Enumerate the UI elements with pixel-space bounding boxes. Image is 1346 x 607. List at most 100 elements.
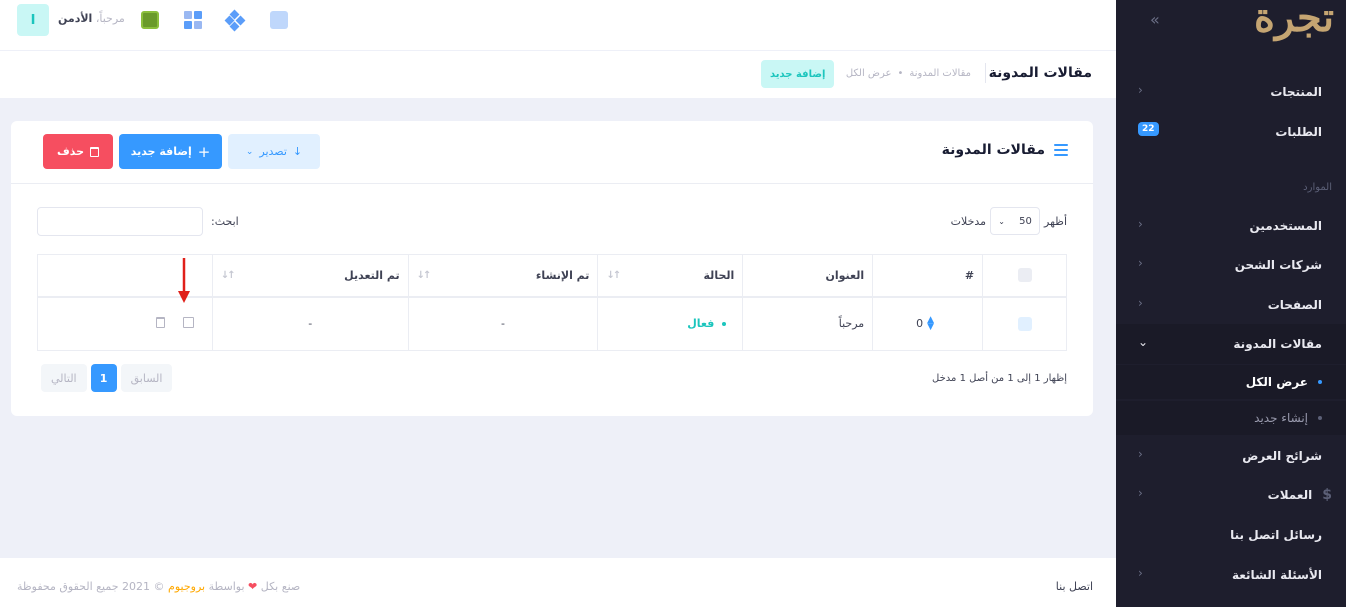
length-value: 50 <box>1019 215 1032 227</box>
sidebar-item-products[interactable]: المنتجات ‹ <box>1116 72 1346 112</box>
footer-credits: صنع بكل ❤ بواسطة بروجيوم © 2021 جميع الح… <box>17 580 300 593</box>
edit-icon[interactable] <box>182 316 194 328</box>
id-cell: ▲ ▼ 0 <box>872 296 983 351</box>
sidebar-subitem-create-new[interactable]: إنشاء جديد <box>1116 401 1346 435</box>
breadcrumb: مقالات المدونة•عرض الكل <box>845 68 971 79</box>
length-suffix: مدخلات <box>950 214 987 228</box>
annotation-arrow-icon <box>178 258 190 303</box>
title-cell: مرحباً <box>742 296 873 351</box>
sidebar-item-contact-messages[interactable]: رسائل اتصل بنا <box>1116 515 1346 555</box>
column-header-created[interactable]: تم الإنشاء ↑↓ <box>407 254 598 298</box>
sidebar-header: تجرة » <box>1116 0 1346 41</box>
list-icon <box>1054 144 1068 156</box>
created-cell: - <box>407 296 598 351</box>
page-title: مقالات المدونة <box>988 65 1092 81</box>
chevron-left-icon: ‹ <box>1138 256 1143 270</box>
sidebar-item-orders[interactable]: الطلبات 22 <box>1116 112 1346 152</box>
avatar[interactable]: I <box>17 4 49 36</box>
sidebar-item-label: الأسئلة الشائعة <box>1232 568 1322 582</box>
current-page-button[interactable]: 1 <box>90 364 117 392</box>
chevron-left-icon: ‹ <box>1138 486 1143 500</box>
select-all-header <box>982 254 1067 298</box>
column-header-title[interactable]: العنوان <box>742 254 873 298</box>
trash-icon <box>90 146 100 157</box>
trash-icon[interactable] <box>156 316 166 328</box>
sidebar-item-shipping[interactable]: شركات الشحن ‹ <box>1116 245 1346 285</box>
quick-actions-icon[interactable] <box>184 11 202 29</box>
search-label: ابحث: <box>211 215 239 228</box>
chevron-down-icon: ⌄ <box>245 146 254 157</box>
sidebar-item-label: رسائل اتصل بنا <box>1230 528 1322 542</box>
sidebar-item-label: مقالات المدونة <box>1233 337 1322 351</box>
chevron-left-icon: ‹ <box>1138 447 1143 461</box>
breadcrumb-item[interactable]: مقالات المدونة <box>909 68 971 79</box>
column-header-status[interactable]: الحالة ↑↓ <box>597 254 743 298</box>
language-flag-icon[interactable] <box>141 11 159 29</box>
add-new-header-button[interactable]: إضافة جديد <box>761 60 835 88</box>
contact-link[interactable]: اتصل بنا <box>1056 580 1093 593</box>
card-title: مقالات المدونة <box>941 142 1045 158</box>
sidebar-item-pages[interactable]: الصفحات ‹ <box>1116 285 1346 325</box>
column-header-updated[interactable]: تم التعديل ↑↓ <box>211 254 409 298</box>
bullet-icon <box>1318 416 1322 420</box>
previous-page-button[interactable]: السابق <box>120 364 173 392</box>
next-page-button[interactable]: التالي <box>41 364 87 392</box>
chevron-left-icon: ‹ <box>1138 217 1143 231</box>
status-dot-icon <box>722 322 727 327</box>
apps-icon[interactable] <box>224 9 246 32</box>
delete-label: حذف <box>56 145 85 158</box>
blog-posts-card: مقالات المدونة ↓ تصدير ⌄ + إضافة جديد حذ… <box>11 121 1093 416</box>
greeting-prefix: مرحباً، <box>95 12 125 25</box>
made-with-text: صنع بكل <box>260 580 301 593</box>
chevron-left-icon: ‹ <box>1138 296 1143 310</box>
breadcrumb-item[interactable]: عرض الكل <box>846 68 892 79</box>
sidebar-subitem-label: عرض الكل <box>1245 375 1308 389</box>
search-input[interactable] <box>37 207 203 236</box>
sidebar-item-currencies[interactable]: $ العملات ‹ <box>1116 475 1346 515</box>
reorder-icon[interactable]: ▲ ▼ <box>927 315 934 331</box>
topbar: I مرحباً، الأدمن <box>0 0 1116 51</box>
sidebar-item-label: شركات الشحن <box>1234 258 1322 272</box>
heart-icon: ❤ <box>248 580 258 593</box>
currency-icon: $ <box>1322 487 1332 503</box>
sidebar-subitem-label: إنشاء جديد <box>1254 411 1308 425</box>
row-checkbox[interactable] <box>1017 316 1032 331</box>
chevron-left-icon: ‹ <box>1138 83 1143 97</box>
chevron-down-icon: ⌄ <box>998 216 1005 226</box>
search-control: ابحث: <box>37 207 239 236</box>
sidebar-subitem-view-all[interactable]: عرض الكل <box>1116 365 1346 399</box>
sidebar-item-slides[interactable]: شرائح العرض ‹ <box>1116 436 1346 476</box>
footer: صنع بكل ❤ بواسطة بروجيوم © 2021 جميع الح… <box>0 558 1116 607</box>
column-header-id[interactable]: # <box>872 254 983 298</box>
notifications-icon[interactable] <box>270 11 288 29</box>
length-prefix: أظهر <box>1044 214 1067 228</box>
select-all-checkbox[interactable] <box>1017 268 1032 283</box>
chevron-down-icon: ⌄ <box>1138 335 1149 349</box>
collapse-sidebar-icon[interactable]: » <box>1150 10 1160 29</box>
sidebar-item-label: الصفحات <box>1267 298 1322 312</box>
sidebar-item-label: شرائح العرض <box>1242 449 1322 463</box>
sidebar-item-blog[interactable]: مقالات المدونة ⌄ <box>1116 324 1346 364</box>
export-label: تصدير <box>259 145 287 158</box>
sort-icon: ↑↓ <box>416 270 432 281</box>
add-label: إضافة جديد <box>130 145 192 158</box>
delete-button[interactable]: حذف <box>43 134 113 169</box>
status-badge: فعال <box>687 317 715 331</box>
copyright-text: © 2021 جميع الحقوق محفوظة <box>17 580 165 593</box>
page-length-select[interactable]: 50 ⌄ <box>990 207 1041 235</box>
add-new-button[interactable]: + إضافة جديد <box>119 134 222 169</box>
user-greeting[interactable]: مرحباً، الأدمن <box>58 12 125 25</box>
export-button[interactable]: ↓ تصدير ⌄ <box>228 134 320 169</box>
sidebar-item-label: العملات <box>1267 488 1313 502</box>
brand-link[interactable]: بروجيوم <box>168 580 205 593</box>
plus-icon: + <box>197 142 211 161</box>
table-info: إظهار 1 إلى 1 من أصل 1 مدخل <box>932 373 1067 384</box>
brand-logo[interactable]: تجرة <box>1254 0 1336 41</box>
row-select-cell <box>982 296 1067 351</box>
by-text: بواسطة <box>208 580 245 593</box>
sidebar-item-faq[interactable]: الأسئلة الشائعة ‹ <box>1116 555 1346 595</box>
subheader: مقالات المدونة مقالات المدونة•عرض الكل إ… <box>0 51 1116 98</box>
page-length-control: أظهر 50 ⌄ مدخلات <box>951 207 1067 235</box>
status-cell: فعال <box>597 296 743 351</box>
sidebar-item-users[interactable]: المستخدمين ‹ <box>1116 206 1346 246</box>
